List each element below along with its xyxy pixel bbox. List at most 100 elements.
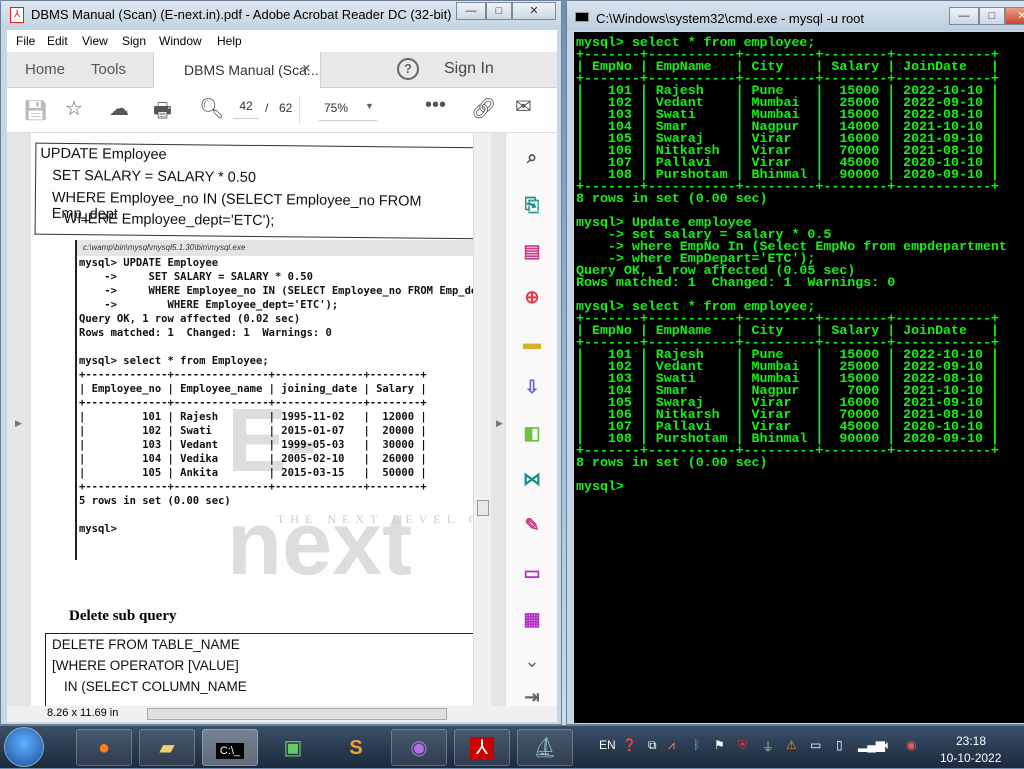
zoom-value: 75% bbox=[324, 101, 349, 115]
screenshot-line bbox=[79, 508, 479, 522]
acrobat-app-icon: ⅄ bbox=[10, 7, 24, 23]
usb-safely-remove-icon[interactable]: ⏚ bbox=[762, 738, 774, 755]
close-tab-icon[interactable]: × bbox=[302, 60, 311, 77]
taskbar-file-explorer[interactable]: ▰ bbox=[139, 729, 195, 766]
zoom-tool-icon[interactable]: ⌕ bbox=[520, 145, 544, 169]
folder-icon: ▰ bbox=[159, 737, 175, 759]
screenshot-line: -> WHERE Employee_no IN (SELECT Employee… bbox=[79, 285, 479, 297]
help-icon[interactable]: ? bbox=[397, 58, 419, 80]
organize-pages-icon[interactable]: ▤ bbox=[520, 239, 544, 263]
clock-time[interactable]: 23:18 bbox=[956, 734, 986, 748]
cmd-icon: C:\_ bbox=[215, 743, 245, 759]
window-title: DBMS Manual (Scan) (E-next.in).pdf - Ado… bbox=[31, 7, 452, 22]
vertical-scrollbar[interactable] bbox=[473, 133, 491, 706]
screenshot-title: c:\wamp\bin\mysql\mysql5.1.30\bin\mysql.… bbox=[77, 240, 479, 256]
screenshot-line: mysql> bbox=[79, 523, 117, 535]
cmd-close-button[interactable]: ✕ bbox=[1005, 7, 1024, 25]
toolbar-divider bbox=[299, 96, 300, 124]
code-box-delete: DELETE FROM TABLE_NAME [WHERE OPERATOR [… bbox=[45, 633, 479, 706]
close-button[interactable]: ✕ bbox=[512, 2, 556, 20]
tools-pane: ⌕ ⎘ ▤ ⊕ ▬ ⇩ ◧ ⋈ ✎ ▭ ▦ ⌄ ⇥ bbox=[505, 133, 557, 707]
protect-icon[interactable]: ▦ bbox=[520, 607, 544, 631]
screenshot-line: -> SET SALARY = SALARY * 0.50 bbox=[79, 271, 313, 283]
left-panel-expand-icon[interactable]: ▶ bbox=[15, 418, 22, 429]
menu-help[interactable]: Help bbox=[217, 34, 242, 48]
record-icon[interactable]: ◉ bbox=[906, 738, 916, 752]
zoom-select[interactable]: 75% ▼ bbox=[319, 99, 377, 121]
app-tray-icon[interactable]: ⩘ bbox=[668, 738, 675, 753]
taskbar-sublime[interactable]: S bbox=[328, 729, 384, 766]
tab-home[interactable]: Home bbox=[25, 61, 65, 78]
zoom-search-icon[interactable]: 🔍︎ bbox=[199, 96, 224, 121]
compress-icon[interactable]: ◧ bbox=[520, 421, 544, 445]
screenshot-line: | 105 | Ankita | 2015-03-15 | 50000 | bbox=[79, 467, 427, 479]
toolbar: 💾︎ ☆ ☁ 🖶︎ 🔍︎ 42 / 62 75% ▼ ••• 🔗︎ ✉ bbox=[7, 88, 557, 133]
more-tools-icon[interactable]: ••• bbox=[425, 94, 446, 117]
code-line: IN (SELECT COLUMN_NAME bbox=[64, 679, 247, 694]
language-indicator[interactable]: EN bbox=[599, 738, 616, 752]
taskbar-firefox[interactable]: ● bbox=[76, 729, 132, 766]
taskbar-acrobat[interactable]: ⅄ bbox=[454, 729, 510, 766]
taskbar-cmd[interactable]: C:\_ bbox=[202, 729, 258, 766]
screenshot-line: Rows matched: 1 Changed: 1 Warnings: 0 bbox=[79, 327, 332, 339]
chevron-down-icon[interactable]: ⌄ bbox=[520, 649, 544, 673]
menu-sign[interactable]: Sign bbox=[122, 34, 146, 48]
create-pdf-icon[interactable]: ⊕ bbox=[520, 285, 544, 309]
firefox-icon: ● bbox=[97, 737, 111, 759]
console-line: 8 rows in set (0.00 sec) bbox=[576, 455, 768, 470]
combine-files-icon[interactable]: ⇩ bbox=[520, 375, 544, 399]
screenshot-line: 5 rows in set (0.00 sec) bbox=[79, 495, 231, 507]
github-icon: ◉ bbox=[410, 737, 428, 759]
tab-document[interactable]: DBMS Manual (Sca... × bbox=[153, 52, 321, 88]
minimize-button[interactable]: — bbox=[456, 2, 486, 20]
chevron-down-icon: ▼ bbox=[365, 101, 374, 111]
taskbar-mysql-workbench[interactable]: ⛵︎ bbox=[517, 729, 573, 766]
signal-icon[interactable]: ▂▄▆ bbox=[858, 738, 885, 752]
comment-icon[interactable]: ▬ bbox=[520, 331, 544, 355]
taskbar-github[interactable]: ◉ bbox=[391, 729, 447, 766]
menu-window[interactable]: Window bbox=[159, 34, 202, 48]
upload-cloud-icon[interactable]: ☁ bbox=[109, 96, 129, 121]
right-pane-collapse-icon[interactable]: ▶ bbox=[496, 418, 503, 429]
antivirus-icon[interactable]: ⛨ bbox=[738, 738, 747, 753]
optimize-pdf-icon[interactable]: ⋈ bbox=[520, 467, 544, 491]
flag-icon[interactable]: ⚑ bbox=[714, 738, 725, 752]
screenshot-text: mysql> UPDATE Employee -> SET SALARY = S… bbox=[79, 256, 479, 536]
help-tray-icon[interactable]: ❓ bbox=[622, 738, 637, 752]
maximize-button[interactable]: □ bbox=[486, 2, 512, 20]
display-icon[interactable]: ▭ bbox=[810, 738, 821, 752]
cmd-maximize-button[interactable]: □ bbox=[979, 7, 1005, 25]
scroll-thumb[interactable] bbox=[477, 500, 489, 516]
print-icon[interactable]: 🖶︎ bbox=[153, 96, 172, 130]
taskbar: ● ▰ C:\_ ▣ S ◉ ⅄ ⛵︎ EN ❓ ⧉ ⩘ ᛒ ⚑ ⛨ ⏚ ⚠ ▭… bbox=[0, 725, 1024, 768]
screenshot-line: +-------------+---------------+---------… bbox=[79, 481, 427, 493]
battery-icon[interactable]: ▯ bbox=[836, 738, 843, 752]
menu-file[interactable]: File bbox=[16, 34, 35, 48]
volume-icon[interactable]: 🔈︎ bbox=[884, 738, 891, 753]
save-icon[interactable]: 💾︎ bbox=[23, 98, 48, 123]
tab-tools[interactable]: Tools bbox=[91, 61, 126, 78]
tray-expand-icon[interactable]: ⧉ bbox=[648, 738, 657, 753]
export-pdf-icon[interactable]: ⎘ bbox=[520, 193, 544, 217]
cmd-minimize-button[interactable]: — bbox=[949, 7, 979, 25]
bookmark-star-icon[interactable]: ☆ bbox=[65, 96, 83, 121]
share-link-icon[interactable]: 🔗︎ bbox=[471, 96, 496, 121]
section-heading: Delete sub query bbox=[69, 608, 177, 624]
horizontal-scrollbar[interactable] bbox=[147, 708, 447, 720]
cmd-window: C:\Windows\system32\cmd.exe - mysql -u r… bbox=[566, 0, 1024, 725]
email-icon[interactable]: ✉ bbox=[515, 94, 532, 119]
menu-view[interactable]: View bbox=[82, 34, 108, 48]
sublime-icon: S bbox=[349, 737, 363, 759]
console-output[interactable]: mysql> select * from employee; +-------+-… bbox=[574, 32, 1024, 723]
menu-edit[interactable]: Edit bbox=[47, 34, 68, 48]
taskbar-task-manager[interactable]: ▣ bbox=[265, 729, 321, 766]
page-number-input[interactable]: 42 bbox=[233, 99, 259, 119]
fill-sign-icon[interactable]: ✎ bbox=[520, 513, 544, 537]
clock-date[interactable]: 10-10-2022 bbox=[940, 751, 1001, 765]
start-button[interactable] bbox=[4, 727, 44, 767]
redact-icon[interactable]: ▭ bbox=[520, 561, 544, 585]
bluetooth-icon[interactable]: ᛒ bbox=[693, 738, 700, 752]
warning-icon[interactable]: ⚠ bbox=[786, 738, 797, 752]
sign-in-button[interactable]: Sign In bbox=[444, 60, 494, 78]
code-line: WHERE Employee_dept='ETC'); bbox=[63, 210, 275, 230]
